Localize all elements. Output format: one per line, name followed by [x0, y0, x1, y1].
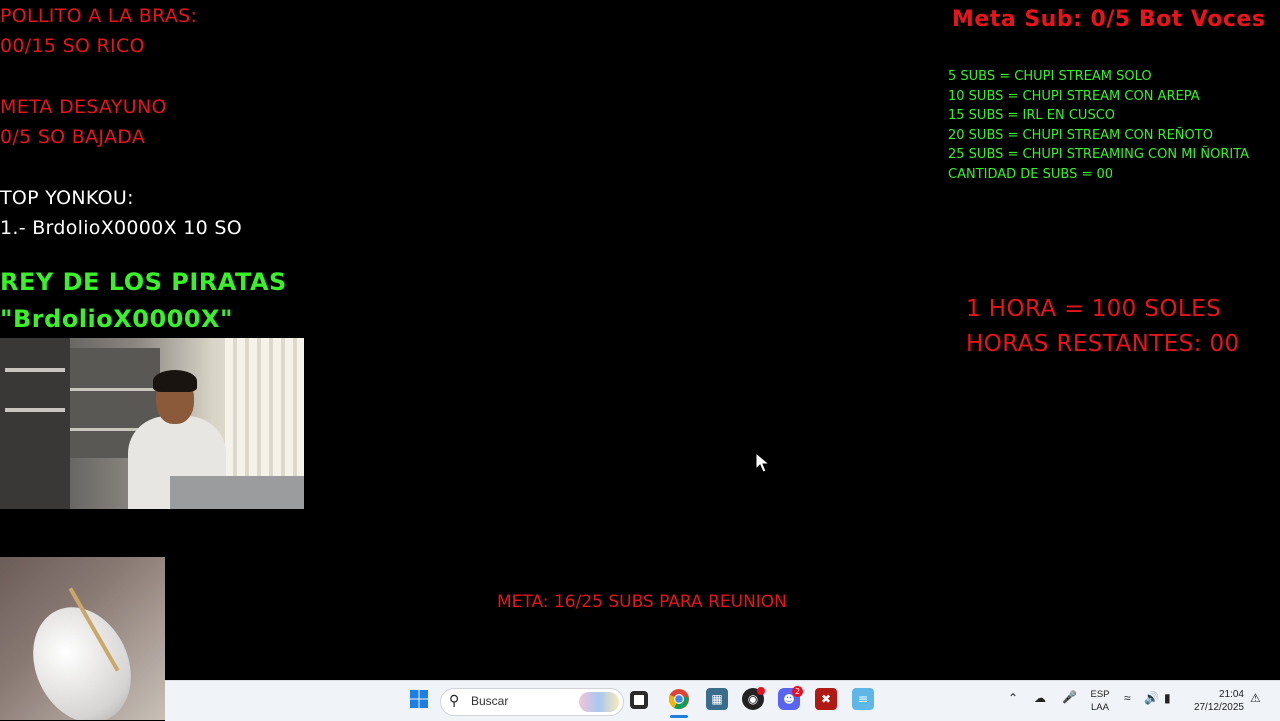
- discord-notification-badge: 2: [792, 686, 803, 697]
- notepad-icon: ≡: [857, 692, 869, 706]
- cloud-off-icon[interactable]: ☁: [1034, 692, 1046, 705]
- meta-reunion: META: 16/25 SUBS PARA REUNION: [497, 592, 787, 612]
- search-placeholder: Buscar: [471, 694, 509, 708]
- microphone-icon[interactable]: 🎤: [1062, 691, 1077, 704]
- wifi-icon[interactable]: ≈: [1124, 692, 1131, 705]
- sub-goal-item: 10 SUBS = CHUPI STREAM CON AREPA: [948, 88, 1200, 104]
- language-top: ESP: [1090, 689, 1110, 700]
- rey-piratas-name: "BrdolioX0000X": [0, 305, 234, 333]
- horas-restantes: HORAS RESTANTES: 00: [966, 331, 1240, 357]
- active-app-indicator: [670, 715, 688, 718]
- chrome-icon: [669, 689, 689, 710]
- tray-overflow-chevron-icon[interactable]: ⌃: [1008, 692, 1018, 705]
- mouse-cursor-icon: [755, 452, 771, 473]
- pollito-title: POLLITO A LA BRAS:: [0, 5, 198, 27]
- hand-camera-feed: [0, 557, 165, 720]
- sub-goal-list: 5 SUBS = CHUPI STREAM SOLO 10 SUBS = CHU…: [948, 67, 1280, 185]
- start-button[interactable]: [408, 688, 430, 710]
- search-icon: ⚲: [449, 693, 460, 709]
- desayuno-value: 0/5 SO BAJADA: [0, 126, 146, 148]
- battery-icon[interactable]: ▮: [1164, 692, 1171, 705]
- rey-piratas-title: REY DE LOS PIRATAS: [0, 268, 287, 296]
- sub-count: CANTIDAD DE SUBS = 00: [948, 166, 1114, 182]
- pollito-value: 00/15 SO RICO: [0, 35, 145, 57]
- clock-time: 21:04: [1218, 689, 1244, 700]
- search-highlight-icon: [579, 692, 619, 712]
- taskbar-search[interactable]: ⚲ Buscar: [440, 688, 624, 716]
- taskbar-chrome[interactable]: [668, 688, 690, 710]
- calculator-icon: ▦: [711, 692, 723, 706]
- hora-rate: 1 HORA = 100 SOLES: [966, 296, 1222, 322]
- task-view-button[interactable]: [630, 691, 648, 709]
- volume-icon[interactable]: 🔊: [1144, 692, 1159, 705]
- sub-goal-item: 15 SUBS = IRL EN CUSCO: [948, 108, 1116, 124]
- taskbar-dota[interactable]: ✖: [815, 688, 837, 710]
- taskbar-calculator[interactable]: ▦: [706, 688, 728, 710]
- task-view-icon: [634, 695, 644, 705]
- dota-icon: ✖: [820, 692, 832, 706]
- sub-goal-item: 25 SUBS = CHUPI STREAMING CON MI ÑORITA: [948, 147, 1250, 163]
- obs-icon: ◉: [747, 692, 759, 706]
- webcam-feed: [0, 338, 304, 509]
- taskbar-notepad[interactable]: ≡: [852, 688, 874, 710]
- sub-goal-item: 20 SUBS = CHUPI STREAM CON REÑOTO: [948, 127, 1213, 143]
- top-yonkou-entry: 1.- BrdolioX0000X 10 SO: [0, 217, 242, 239]
- clock-date: 27/12/2025: [1193, 702, 1244, 713]
- windows-icon: [410, 690, 428, 708]
- desayuno-title: META DESAYUNO: [0, 96, 167, 118]
- sub-goal-item: 5 SUBS = CHUPI STREAM SOLO: [948, 69, 1152, 84]
- taskbar-clock[interactable]: 21:04 27/12/2025: [1184, 688, 1244, 714]
- top-yonkou-title: TOP YONKOU:: [0, 187, 134, 209]
- language-bottom: LAA: [1091, 702, 1109, 713]
- language-indicator[interactable]: ESP LAA: [1088, 688, 1112, 714]
- notification-bell-icon[interactable]: ⚠: [1250, 692, 1261, 705]
- meta-sub-goal: Meta Sub: 0/5 Bot Voces: [952, 7, 1266, 32]
- recording-badge: [757, 687, 765, 695]
